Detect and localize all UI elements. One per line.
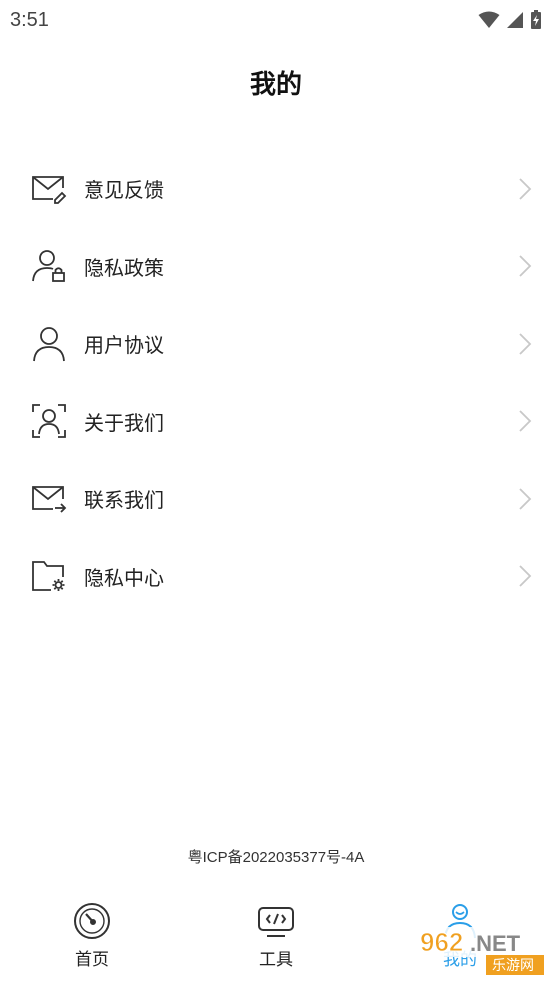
page-title: 我的: [249, 70, 302, 100]
menu-item-about-us[interactable]: 关于我们: [0, 383, 552, 461]
tab-label: 首页: [75, 950, 109, 970]
menu-item-label: 关于我们: [84, 410, 164, 435]
menu-item-label: 意见反馈: [84, 178, 164, 203]
menu-item-label: 用户协议: [84, 333, 164, 358]
signal-icon: [507, 12, 523, 28]
chevron-right-icon: [519, 178, 532, 200]
svg-text:乐游网: 乐游网: [492, 958, 534, 974]
svg-text:.NET: .NET: [470, 931, 521, 956]
chevron-right-icon: [519, 488, 532, 510]
chevron-right-icon: [519, 255, 532, 277]
tab-home[interactable]: 首页: [0, 896, 184, 981]
speedometer-icon: [72, 901, 112, 941]
chevron-right-icon: [519, 410, 532, 432]
chevron-right-icon: [519, 565, 532, 587]
menu-item-privacy-center[interactable]: 隐私中心: [0, 538, 552, 616]
menu-item-feedback[interactable]: 意见反馈: [0, 150, 552, 228]
user-icon: [31, 326, 67, 362]
chevron-right-icon: [519, 333, 532, 355]
user-scan-icon: [31, 403, 67, 439]
watermark-logo: 962 .NET 乐游网: [408, 899, 548, 977]
svg-text:962: 962: [420, 927, 463, 957]
user-lock-icon: [31, 248, 67, 284]
menu-item-label: 隐私政策: [84, 255, 164, 280]
menu-item-label: 隐私中心: [84, 565, 164, 590]
wifi-icon: [478, 11, 500, 28]
menu-item-contact-us[interactable]: 联系我们: [0, 460, 552, 538]
mail-send-icon: [31, 481, 67, 517]
status-time: 3:51: [10, 8, 49, 31]
mail-edit-icon: [31, 171, 67, 207]
menu-list: 意见反馈 隐私政策 用户协议 关于我们 联系我们 隐私中心: [0, 150, 552, 615]
tab-label: 工具: [259, 950, 293, 970]
folder-settings-icon: [31, 558, 67, 594]
tab-tools[interactable]: 工具: [184, 896, 368, 981]
status-icons: [478, 10, 542, 30]
icp-license-text: 粤ICP备2022035377号-4A: [187, 849, 365, 866]
status-bar: 3:51: [0, 0, 552, 40]
menu-item-label: 联系我们: [84, 488, 164, 513]
menu-item-user-agreement[interactable]: 用户协议: [0, 305, 552, 383]
battery-icon: [531, 10, 541, 29]
menu-item-privacy-policy[interactable]: 隐私政策: [0, 228, 552, 306]
code-window-icon: [256, 901, 296, 941]
